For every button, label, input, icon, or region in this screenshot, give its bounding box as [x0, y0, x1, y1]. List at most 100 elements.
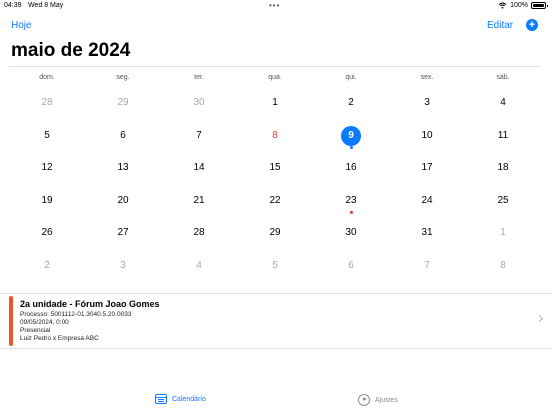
tab-calendar-label: Calendário	[172, 395, 206, 403]
calendar-icon	[155, 394, 167, 404]
calendar-day[interactable]: 3	[85, 250, 161, 283]
calendar-day[interactable]: 10	[389, 120, 465, 153]
event-indicator-dot	[349, 210, 353, 214]
calendar-day[interactable]: 26	[9, 217, 85, 250]
day-number: 16	[345, 162, 357, 174]
calendar-day[interactable]: 5	[9, 120, 85, 153]
day-number: 7	[424, 259, 430, 271]
calendar-day[interactable]: 30	[161, 87, 237, 120]
day-number: 9	[341, 125, 361, 146]
day-number: 15	[269, 162, 281, 174]
calendar-day[interactable]: 19	[9, 185, 85, 218]
calendar-day[interactable]: 28	[161, 217, 237, 250]
calendar-day[interactable]: 8	[237, 120, 313, 153]
calendar-day[interactable]: 6	[313, 250, 389, 283]
day-number: 5	[44, 129, 50, 141]
calendar-day[interactable]: 28	[9, 87, 85, 120]
weekday-label: qua.	[268, 74, 282, 81]
calendar-day[interactable]: 22	[237, 185, 313, 218]
nav-bar: Hoje Editar +	[0, 14, 552, 36]
day-number: 6	[348, 259, 354, 271]
day-number: 28	[41, 97, 53, 108]
calendar-day[interactable]: 3	[389, 87, 465, 120]
month-title: maio de 2024	[11, 40, 131, 61]
day-number: 8	[500, 259, 506, 271]
tab-settings[interactable]: Ajustes	[358, 394, 398, 406]
day-number: 24	[421, 194, 433, 206]
calendar-day[interactable]: 13	[85, 152, 161, 185]
day-number: 18	[497, 162, 509, 174]
gauge-icon	[358, 394, 370, 406]
calendar-day[interactable]: 2	[9, 250, 85, 283]
wifi-icon	[498, 2, 507, 9]
event-datetime: 09/05/2024, 0:00	[20, 319, 69, 326]
calendar-day[interactable]: 29	[85, 87, 161, 120]
weekday-label: sex.	[420, 74, 434, 81]
calendar-day[interactable]: 23	[313, 185, 389, 218]
day-number: 25	[497, 194, 509, 206]
today-button[interactable]: Hoje	[11, 20, 32, 31]
calendar-day[interactable]: 2	[313, 87, 389, 120]
tab-calendar[interactable]: Calendário	[155, 394, 206, 404]
edit-button[interactable]: Editar	[487, 20, 513, 31]
calendar-day[interactable]: 4	[465, 87, 541, 120]
day-number: 12	[41, 162, 53, 174]
calendar-day[interactable]: 27	[85, 217, 161, 250]
chevron-right-icon	[535, 314, 544, 323]
day-number: 4	[196, 259, 202, 271]
day-number: 30	[193, 97, 205, 108]
add-event-button[interactable]: +	[526, 19, 538, 31]
weekday-header: dom. seg. ter. qua. qui. sex. sáb.	[9, 66, 541, 82]
weekday-label: qui.	[345, 74, 357, 81]
weekday-label: dom.	[39, 74, 55, 81]
calendar-day[interactable]: 21	[161, 185, 237, 218]
calendar-day[interactable]: 9	[313, 120, 389, 153]
day-number: 5	[272, 259, 278, 271]
calendar-day[interactable]: 7	[389, 250, 465, 283]
day-number: 13	[117, 162, 129, 174]
day-number: 21	[193, 194, 205, 206]
calendar-day[interactable]: 31	[389, 217, 465, 250]
calendar-day[interactable]: 15	[237, 152, 313, 185]
calendar-day[interactable]: 4	[161, 250, 237, 283]
calendar-day[interactable]: 1	[237, 87, 313, 120]
calendar-day[interactable]: 12	[9, 152, 85, 185]
day-number: 20	[117, 194, 129, 206]
calendar-day[interactable]: 8	[465, 250, 541, 283]
status-date: Wed 8 May	[28, 2, 64, 9]
calendar-day[interactable]: 30	[313, 217, 389, 250]
event-card[interactable]: 2a unidade - Fórum Joao Gomes Processo: …	[9, 295, 550, 347]
day-number: 27	[117, 227, 129, 239]
calendar-day[interactable]: 17	[389, 152, 465, 185]
day-number: 26	[41, 227, 53, 239]
calendar-day[interactable]: 1	[465, 217, 541, 250]
day-number: 28	[193, 227, 205, 239]
calendar-day[interactable]: 5	[237, 250, 313, 283]
multitasking-dots-icon[interactable]: •••	[269, 1, 280, 10]
event-title: 2a unidade - Fórum Joao Gomes	[20, 299, 160, 309]
calendar-day[interactable]: 18	[465, 152, 541, 185]
day-number: 2	[44, 259, 50, 271]
day-number: 31	[421, 227, 433, 239]
weekday-label: seg.	[116, 74, 130, 81]
day-number: 29	[117, 97, 129, 108]
event-process: Processo: 5001112-01.3040.5.20.0033	[20, 311, 132, 318]
calendar-day[interactable]: 20	[85, 185, 161, 218]
day-number: 30	[345, 227, 357, 239]
status-bar: 04:39 Wed 8 May ••• 100%	[0, 0, 552, 12]
calendar-day[interactable]: 16	[313, 152, 389, 185]
calendar-day[interactable]: 7	[161, 120, 237, 153]
calendar-day[interactable]: 29	[237, 217, 313, 250]
weekday-label: ter.	[194, 74, 204, 81]
calendar-day[interactable]: 11	[465, 120, 541, 153]
day-number: 3	[424, 97, 430, 108]
calendar-day[interactable]: 14	[161, 152, 237, 185]
day-number: 17	[421, 162, 433, 174]
day-number: 8	[272, 129, 278, 141]
calendar-day[interactable]: 6	[85, 120, 161, 153]
calendar-day[interactable]: 24	[389, 185, 465, 218]
day-number: 7	[196, 129, 202, 141]
day-number: 29	[269, 227, 281, 239]
day-number: 1	[272, 97, 278, 108]
calendar-day[interactable]: 25	[465, 185, 541, 218]
